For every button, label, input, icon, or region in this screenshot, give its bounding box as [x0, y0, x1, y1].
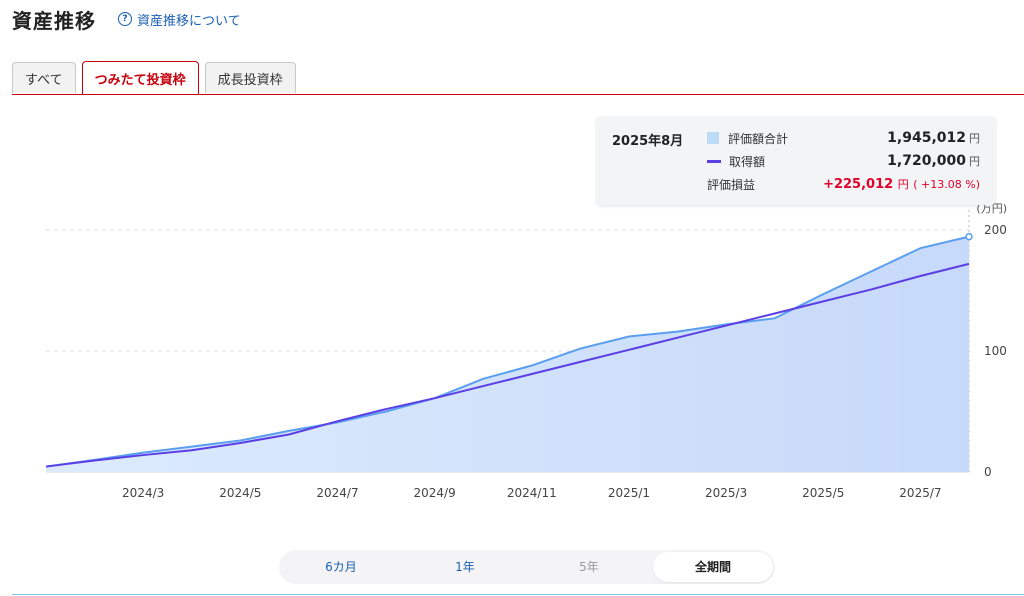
range-1y-button[interactable]: 1年	[405, 552, 525, 582]
y-tick-label: 0	[984, 465, 992, 479]
x-tick-label: 2024/3	[122, 486, 164, 500]
cost-line-icon	[707, 159, 721, 163]
range-6m-button[interactable]: 6カ月	[281, 552, 401, 582]
bottom-divider	[12, 594, 1024, 595]
x-tick-label: 2024/11	[507, 486, 557, 500]
x-tick-label: 2024/5	[219, 486, 261, 500]
x-tick-label: 2025/7	[899, 486, 941, 500]
x-tick-label: 2024/9	[414, 486, 456, 500]
x-tick-label: 2025/3	[705, 486, 747, 500]
x-tick-label: 2025/1	[608, 486, 650, 500]
tooltip-valuation-row: 評価額合計 1,945,012 円	[707, 128, 980, 148]
x-tick-label: 2024/7	[316, 486, 358, 500]
range-all-button[interactable]: 全期間	[653, 552, 773, 582]
tooltip-cost-label: 取得額	[729, 154, 766, 169]
y-tick-label: 100	[984, 344, 1007, 358]
y-tick-label: 200	[984, 223, 1007, 237]
hover-point	[965, 232, 973, 241]
asset-chart[interactable]: 0 100 200 2024/3 2024/5 2024/7 2024/9 2024/11 20…	[0, 0, 1024, 530]
tooltip-valuation-label: 評価額合計	[728, 131, 789, 146]
x-tick-label: 2025/5	[802, 486, 844, 500]
tooltip-panel: 2025年8月 評価額合計 1,945,012 円 取得額 1,720,000 円 …	[597, 117, 995, 205]
range-5y-button: 5年	[579, 560, 599, 574]
tooltip-pnl-row: 評価損益 +225,012 円 ( +13.08 %)	[707, 174, 980, 194]
range-selector: 6カ月 1年 5年 全期間	[279, 550, 775, 584]
tooltip-cost-value: 1,720,000 円	[887, 153, 980, 169]
valuation-swatch-icon	[707, 132, 719, 144]
valuation-area	[46, 236, 969, 472]
tooltip-cost-row: 取得額 1,720,000 円	[707, 151, 980, 171]
tooltip-pnl-label: 評価損益	[707, 177, 756, 192]
tooltip-pnl-value: +225,012 円 ( +13.08 %)	[823, 177, 980, 192]
tooltip-valuation-value: 1,945,012 円	[887, 130, 980, 146]
tooltip-month: 2025年8月	[612, 134, 684, 149]
